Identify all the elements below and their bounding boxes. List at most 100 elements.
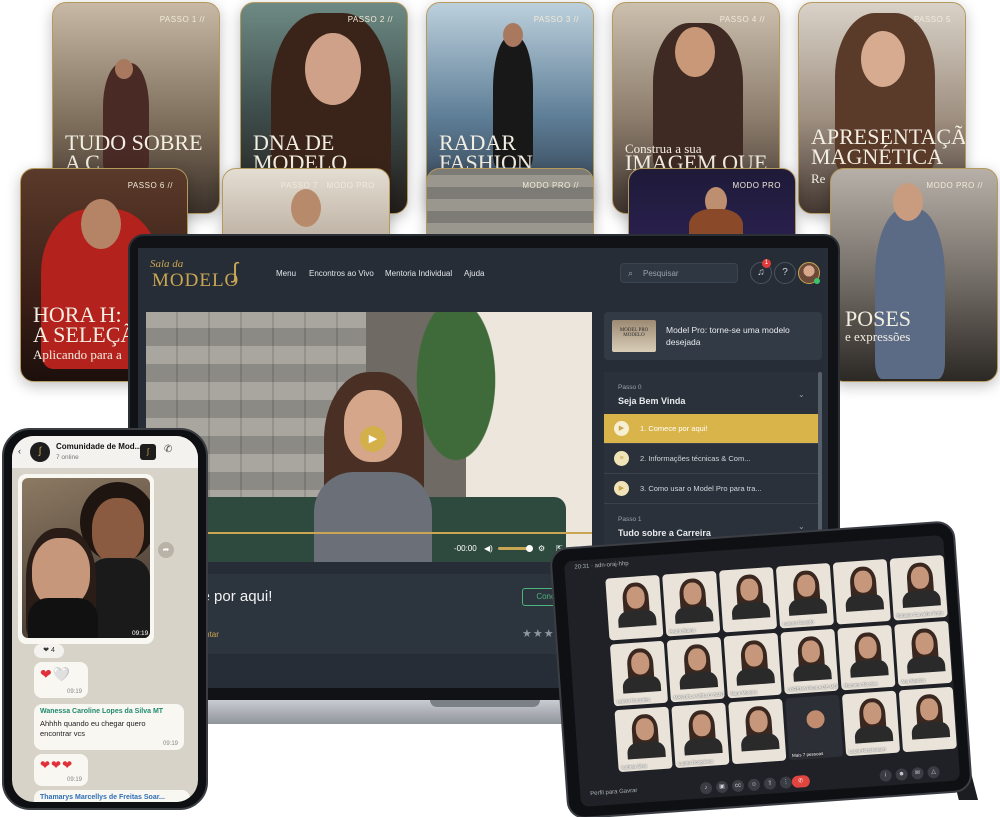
heart-emojis: ❤🤍 [40,666,72,682]
participant-tile[interactable] [728,698,787,765]
online-status-dot [814,278,820,284]
group-name[interactable]: Comunidade de Mod... [56,442,141,451]
message-bubble: Thamarys Marcellys de Freitas Soar... [34,790,190,802]
card-figure-head [503,23,523,47]
module-title[interactable]: Seja Bem Vinda [618,396,685,406]
mic-icon[interactable]: ♪ [699,781,713,795]
participant-name: Ana Martins [900,677,926,685]
group-online-count: 7 online [56,454,79,461]
card-tag: MODO PRO // [926,181,983,190]
laptop-notch [430,700,540,707]
emoji-icon[interactable]: ☺ [747,778,761,792]
participant-tile[interactable] [718,566,778,633]
call-icon[interactable]: ✆ [164,444,172,455]
participant-figure [801,639,821,664]
message-author: Thamarys Marcellys de Freitas Soar... [40,794,165,801]
participant-tile[interactable] [605,574,664,641]
logo-icon: ∫ [232,258,239,283]
participant-name: Pedra Bueno [668,627,696,635]
card-title: DNA DE MODELO [253,130,348,175]
card-tag: MODO PRO [732,181,781,190]
back-arrow-icon[interactable]: ‹ [18,446,21,456]
nav-menu[interactable]: Menu [276,269,296,278]
participant-figure [679,671,719,690]
card-tag: PASSO 3 // [533,15,579,24]
participant-tile[interactable]: Leticia Gonzalez [609,640,669,707]
participant-name: Nara Moreira [730,689,757,697]
search-input[interactable]: ⌕ Pesquisar [620,263,738,283]
card-figure-head [675,27,715,77]
participant-name: MANUELA MELLO SANTOS [673,691,725,701]
play-icon[interactable]: ▶ [360,426,386,452]
forward-icon[interactable]: ➦ [158,542,174,558]
participant-tile[interactable]: Romanu Nicoleu [837,624,896,691]
participant-tile[interactable]: Luana Dosgalves [671,702,730,769]
chat-photo[interactable] [22,478,150,638]
reaction-count[interactable]: ❤ 4 [34,644,64,658]
lesson-item-label: 2. Informações técnicas & Com... [640,454,751,463]
module-title[interactable]: Tudo sobre a Carreira [618,528,711,538]
participant-figure [792,663,832,682]
participant-figure [622,675,662,694]
play-circle-icon: ▶ [614,421,629,436]
video-progress-bar[interactable] [146,532,592,534]
help-button[interactable]: ? [774,262,796,284]
course-card-10[interactable]: MODO PRO // POSES e expressões [830,168,998,382]
participant-tile[interactable]: Isabela Silva [614,706,673,773]
participant-figure [914,631,935,656]
participant-tile[interactable]: Rafaela Carvalho Frota [889,554,948,621]
group-avatar[interactable]: ∫ [30,442,50,462]
nav-mentoria[interactable]: Mentoria Individual [385,269,452,278]
participant-name: Laura Hirschmann [848,746,886,755]
logo-text[interactable]: MODELO [152,270,239,292]
participant-figure [853,570,873,594]
card-figure-head [305,33,361,105]
participant-figure [735,667,775,686]
info-icon[interactable]: i [879,769,893,782]
participant-figure [740,732,780,752]
lesson-item[interactable]: ▶ 3. Como usar o Model Pro para tra... [604,474,818,504]
participant-tile[interactable]: Ana Martins [894,620,953,687]
people-icon[interactable]: ☻ [895,768,909,781]
video-player[interactable]: ▶ [146,312,592,562]
participant-name: Romanu Nicoleu [844,680,878,689]
nav-ajuda[interactable]: Ajuda [464,269,484,278]
participant-figure [845,593,885,612]
settings-gear-icon[interactable]: ⚙ [538,544,545,553]
lesson-item[interactable]: ≡ 2. Informações técnicas & Com... [604,444,818,474]
lesson-item-label: 1. Comece por aqui! [640,424,708,433]
module-list-scrollbar[interactable] [818,372,822,552]
participant-figure [739,578,760,602]
captions-icon[interactable]: cc [731,779,745,793]
participant-tile[interactable]: Nara Moreira [723,632,782,699]
photo-person-face [92,498,144,564]
participant-tile[interactable] [898,686,957,753]
participant-tile[interactable] [832,558,891,625]
document-icon: ≡ [614,451,629,466]
participant-figure [683,736,723,756]
participant-tile[interactable]: Lorena Canedo [775,562,835,629]
present-icon[interactable]: ⇧ [763,777,777,791]
lesson-item-active[interactable]: ▶ 1. Comece por aqui! [604,414,818,444]
chat-icon[interactable]: ✉ [911,766,924,780]
nav-encontros[interactable]: Encontros ao Vivo [309,269,374,278]
notification-badge: 1 [762,259,771,268]
volume-slider-knob[interactable] [526,545,533,552]
volume-icon[interactable]: ◀) [484,544,493,553]
end-call-button[interactable]: ✆ [791,774,811,789]
participant-figure [626,740,666,760]
meeting-profile-label: Perfil para Gavrar [590,787,638,798]
participant-figure [849,659,889,678]
participant-figure [911,721,951,740]
participant-tile[interactable]: LORENA PAULA DE MORI [780,628,839,695]
participant-figure [674,605,714,624]
participant-tile[interactable]: Mais 7 pessoas [785,694,844,761]
card-tag: MODO PRO // [522,181,579,190]
chevron-down-icon[interactable]: ⌄ [798,390,805,399]
participant-tile[interactable]: MANUELA MELLO SANTOS [666,636,725,703]
participant-tile[interactable]: Pedra Bueno [662,570,721,637]
camera-icon[interactable]: ▣ [715,780,729,794]
more-icon[interactable]: ⋮ [779,776,793,789]
participant-tile[interactable]: Laura Hirschmann [841,690,901,757]
activities-icon[interactable]: △ [927,765,940,779]
